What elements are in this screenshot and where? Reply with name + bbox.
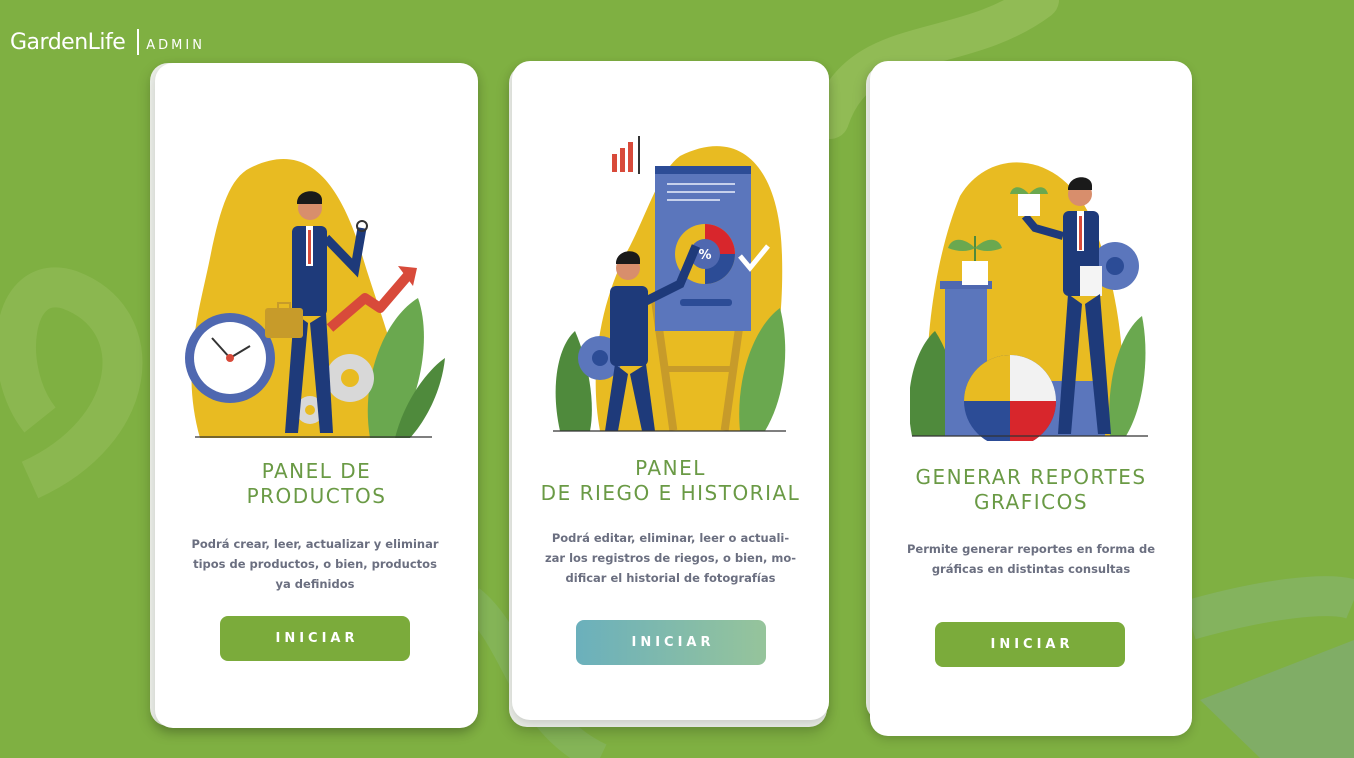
card-description: Podrá editar, eliminar, leer o actuali- … xyxy=(542,528,799,588)
presentation-board-illustration: % xyxy=(553,136,786,432)
card-description-line: tipos de productos, o bien, productos xyxy=(193,557,437,571)
card-description-line: zar los registros de riegos, o bien, mo- xyxy=(544,551,797,565)
svg-text:%: % xyxy=(698,248,711,263)
card-reports: GENERAR REPORTES GRAFICOS Permite genera… xyxy=(870,61,1192,736)
brand-logo: GardenLife ADMIN xyxy=(10,27,205,57)
card-title: GENERAR REPORTES GRAFICOS xyxy=(870,465,1192,515)
card-description-line: gráficas en distintas consultas xyxy=(931,562,1131,576)
briefcase-businessman-illustration xyxy=(185,159,445,438)
card-title-line: PRODUCTOS xyxy=(246,484,387,508)
start-reports-button[interactable]: INICIAR xyxy=(935,622,1125,667)
card-title-line: GRAFICOS xyxy=(973,490,1089,514)
card-description: Podrá crear, leer, actualizar y eliminar… xyxy=(185,534,445,594)
card-title-line: DE RIEGO E HISTORIAL xyxy=(540,481,801,505)
card-title: PANEL DE PRODUCTOS xyxy=(155,459,478,509)
card-description-line: Permite generar reportes en forma de xyxy=(906,542,1155,556)
card-title-line: PANEL DE xyxy=(261,459,372,483)
card-description-line: Podrá crear, leer, actualizar y eliminar xyxy=(191,537,439,551)
start-products-button[interactable]: INICIAR xyxy=(220,616,410,661)
card-title-line: PANEL xyxy=(635,456,706,480)
brand-divider xyxy=(137,29,140,55)
brand-name: GardenLife xyxy=(10,29,126,55)
card-description-line: ya definidos xyxy=(275,577,355,591)
card-irrigation: % PANEL DE RIEGO E HISTORIAL Podrá edita… xyxy=(512,61,829,720)
card-title: PANEL DE RIEGO E HISTORIAL xyxy=(512,456,829,506)
brand-section: ADMIN xyxy=(146,37,205,53)
card-description-line: Podrá editar, eliminar, leer o actuali- xyxy=(551,531,790,545)
card-title-line: GENERAR REPORTES xyxy=(915,465,1147,489)
start-irrigation-button[interactable]: INICIAR xyxy=(576,620,766,665)
card-products: PANEL DE PRODUCTOS Podrá crear, leer, ac… xyxy=(155,63,478,728)
card-description: Permite generar reportes en forma de grá… xyxy=(900,539,1162,579)
plant-report-illustration xyxy=(910,162,1148,441)
card-description-line: dificar el historial de fotografías xyxy=(565,571,776,585)
